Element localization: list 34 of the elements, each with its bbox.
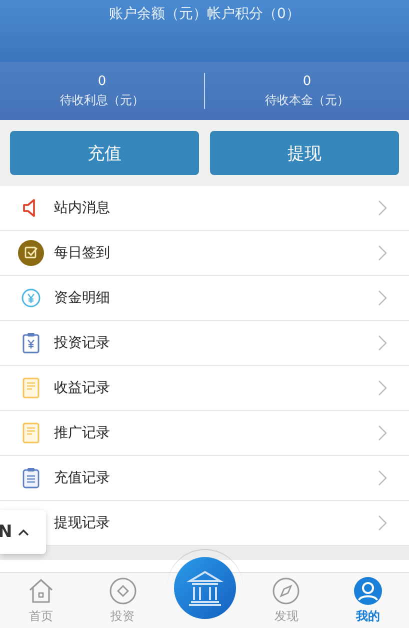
menu-item[interactable]: 充值记录 bbox=[0, 456, 409, 501]
chevron-icon bbox=[378, 290, 387, 306]
chevron-icon bbox=[378, 200, 387, 216]
chevron-icon bbox=[378, 380, 387, 396]
note-icon bbox=[22, 377, 40, 399]
caret-icon bbox=[18, 528, 30, 536]
menu-item[interactable]: 站内消息 bbox=[0, 186, 409, 231]
chevron-icon bbox=[378, 335, 387, 351]
menu-item[interactable]: 资金明细 bbox=[0, 276, 409, 321]
menu-item[interactable]: 投资记录 bbox=[0, 321, 409, 366]
chevron-icon bbox=[378, 515, 387, 531]
stat-value: 0 bbox=[302, 74, 312, 88]
yuan-icon bbox=[21, 288, 41, 308]
bank-icon bbox=[174, 556, 236, 618]
account-summary: 账户余额（元）帐户积分（0） bbox=[109, 5, 300, 23]
chevron-icon bbox=[378, 425, 387, 441]
stat-label: 待收利息（元） bbox=[60, 92, 144, 108]
action-button[interactable]: 充值 bbox=[10, 131, 199, 175]
chevron-icon bbox=[378, 245, 387, 261]
tab[interactable]: 我的 bbox=[327, 573, 409, 628]
stat-label: 待收本金（元） bbox=[265, 92, 349, 108]
menu-item[interactable]: 每日签到 bbox=[0, 231, 409, 276]
user-icon bbox=[354, 577, 382, 605]
checkin-icon bbox=[18, 240, 44, 266]
chevron-icon bbox=[378, 470, 387, 486]
menu-item[interactable]: 收益记录 bbox=[0, 366, 409, 411]
note-icon bbox=[22, 422, 40, 444]
clipboard-icon bbox=[22, 467, 40, 489]
menu-item[interactable]: 推广记录 bbox=[0, 411, 409, 456]
compass-icon bbox=[272, 577, 300, 605]
stat-value: 0 bbox=[98, 74, 106, 88]
clipboard-icon bbox=[22, 332, 40, 354]
home-icon bbox=[26, 577, 55, 605]
action-button[interactable]: 提现 bbox=[210, 131, 399, 175]
